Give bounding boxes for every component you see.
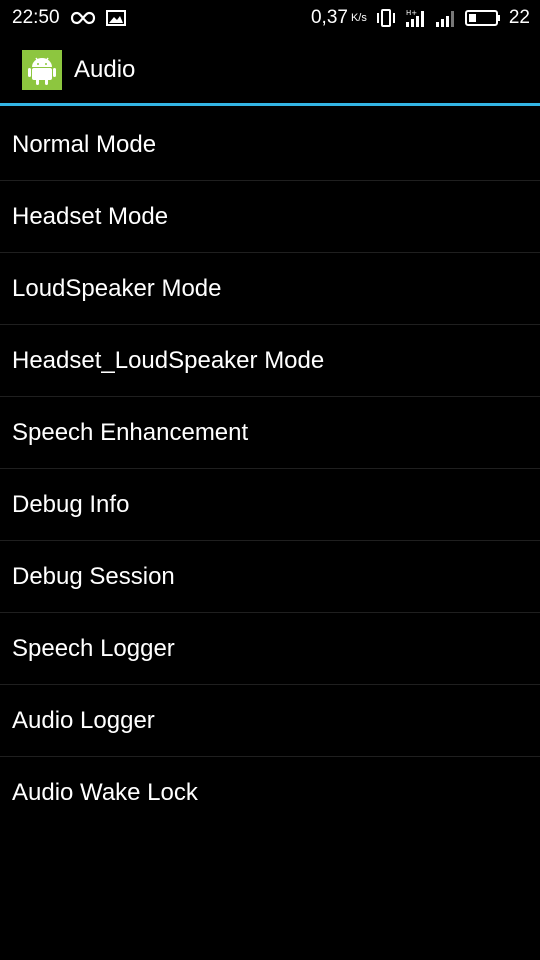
status-time: 22:50 — [12, 7, 60, 28]
page-title: Audio — [74, 55, 136, 83]
network-speed-unit: K/s — [350, 12, 367, 24]
menu-item-audio-wake-lock[interactable]: Audio Wake Lock — [0, 757, 540, 829]
menu-item-audio-logger[interactable]: Audio Logger — [0, 685, 540, 757]
network-speed: 0,37 K/s — [311, 7, 367, 29]
image-icon — [105, 10, 126, 26]
hplus-signal-icon: H+ — [405, 8, 427, 28]
menu-item-loudspeaker-mode[interactable]: LoudSpeaker Mode — [0, 253, 540, 325]
network-speed-value: 0,37 — [310, 7, 348, 28]
menu-item-speech-logger[interactable]: Speech Logger — [0, 613, 540, 685]
android-icon[interactable] — [22, 49, 62, 90]
vibrate-icon — [375, 9, 397, 27]
menu-item-debug-info[interactable]: Debug Info — [0, 469, 540, 541]
menu-item-debug-session[interactable]: Debug Session — [0, 541, 540, 613]
battery-icon — [464, 9, 501, 27]
battery-level: 22 — [508, 7, 530, 28]
status-bar: 22:50 0,37 K/s H+ 22 — [0, 0, 540, 36]
menu-item-speech-enhancement[interactable]: Speech Enhancement — [0, 397, 540, 469]
menu-item-headset-mode[interactable]: Headset Mode — [0, 181, 540, 253]
infinity-icon — [70, 11, 96, 25]
status-left: 22:50 — [12, 7, 126, 29]
menu-item-normal-mode[interactable]: Normal Mode — [0, 109, 540, 181]
menu-item-headset-loudspeaker-mode[interactable]: Headset_LoudSpeaker Mode — [0, 325, 540, 397]
signal-icon — [435, 8, 457, 28]
status-right: 0,37 K/s H+ 22 — [311, 7, 530, 29]
action-bar: Audio — [0, 36, 540, 106]
audio-menu-list: Normal Mode Headset Mode LoudSpeaker Mod… — [0, 109, 540, 829]
svg-text:H+: H+ — [406, 9, 417, 17]
